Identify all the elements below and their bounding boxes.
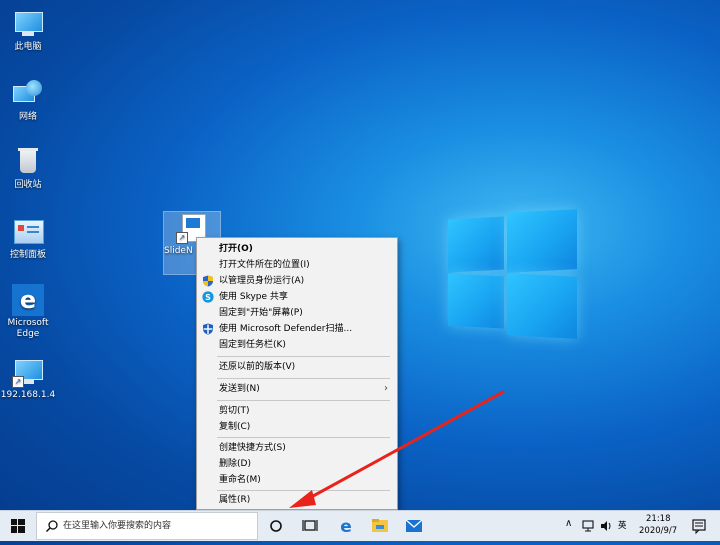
- context-menu: 打开(O) 打开文件所在的位置(I) 以管理员身份运行(A) S 使用 Skyp…: [196, 237, 398, 510]
- menu-item-defender-scan[interactable]: 使用 Microsoft Defender扫描...: [197, 321, 397, 337]
- volume-icon: [601, 521, 611, 531]
- network-computer-icon: ↗: [12, 356, 44, 388]
- menu-item-rename[interactable]: 重命名(M): [197, 472, 397, 488]
- menu-separator: [217, 437, 390, 438]
- menu-item-pin-to-start[interactable]: 固定到"开始"屏幕(P): [197, 305, 397, 321]
- chevron-right-icon: ›: [384, 383, 388, 394]
- svg-text:S: S: [205, 293, 211, 302]
- menu-item-create-shortcut[interactable]: 创建快捷方式(S): [197, 440, 397, 456]
- desktop-icon-label: 回收站: [14, 180, 42, 190]
- windows-start-icon: [11, 519, 25, 533]
- cortana-icon: [270, 520, 282, 532]
- shield-icon: [203, 275, 213, 287]
- menu-item-copy[interactable]: 复制(C): [197, 419, 397, 435]
- taskbar: 在这里输入你要搜索的内容 e ∧ 英 21:18 2020/9/7: [0, 510, 720, 541]
- desktop-icon-label: SlideN Dow: [164, 246, 194, 256]
- desktop-icon-edge[interactable]: e Microsoft Edge: [0, 284, 56, 340]
- desktop-icon-label: 此电脑: [14, 42, 42, 52]
- search-box[interactable]: 在这里输入你要搜索的内容: [36, 512, 258, 540]
- desktop-icon-control-panel[interactable]: 控制面板: [0, 216, 56, 261]
- desktop-icon-recycle-bin[interactable]: 回收站: [0, 146, 56, 191]
- menu-item-share-skype[interactable]: S 使用 Skype 共享: [197, 289, 397, 305]
- task-view-button[interactable]: [296, 511, 324, 541]
- notification-icon: [692, 519, 706, 535]
- search-placeholder: 在这里输入你要搜索的内容: [63, 521, 172, 531]
- desktop-icon-this-pc[interactable]: 此电脑: [0, 8, 56, 53]
- desktop-icon-label: 192.168.1.4: [0, 390, 56, 400]
- mail-icon: [405, 519, 423, 532]
- ime-indicator: 英: [618, 521, 627, 531]
- tray-overflow-button[interactable]: ∧: [563, 511, 577, 541]
- network-icon: [12, 78, 44, 110]
- file-explorer-icon: [372, 519, 388, 532]
- taskbar-file-explorer-button[interactable]: [366, 511, 394, 541]
- edge-icon: e: [340, 517, 352, 537]
- edge-icon: e: [12, 284, 44, 316]
- search-icon: [45, 520, 58, 533]
- menu-item-run-as-admin[interactable]: 以管理员身份运行(A): [197, 273, 397, 289]
- menu-separator: [217, 356, 390, 357]
- desktop-icon-network-shortcut[interactable]: ↗ 192.168.1.4: [0, 356, 56, 401]
- menu-separator: [217, 378, 390, 379]
- menu-separator: [217, 490, 390, 491]
- menu-item-pin-to-taskbar[interactable]: 固定到任务栏(K): [197, 337, 397, 353]
- start-button[interactable]: [0, 511, 36, 541]
- desktop-icon-label: Microsoft Edge: [7, 318, 49, 339]
- menu-item-properties[interactable]: 属性(R): [197, 492, 397, 508]
- defender-icon: [203, 323, 213, 335]
- network-tray-icon: [582, 520, 594, 532]
- recycle-bin-icon: [12, 146, 44, 178]
- taskbar-edge-button[interactable]: e: [332, 511, 360, 541]
- chevron-up-icon: ∧: [565, 518, 573, 529]
- tray-volume-button[interactable]: [598, 511, 614, 541]
- tray-network-button[interactable]: [580, 511, 596, 541]
- svg-text:e: e: [340, 517, 352, 537]
- desktop-icon-label: 控制面板: [9, 250, 46, 260]
- clock[interactable]: 21:18 2020/9/7: [636, 511, 682, 541]
- menu-item-send-to[interactable]: 发送到(N) ›: [197, 381, 397, 397]
- windows-logo-wallpaper: [445, 204, 579, 340]
- clock-date: 2020/9/7: [639, 526, 678, 536]
- tray-ime-button[interactable]: 英: [616, 511, 630, 541]
- menu-item-restore-previous-versions[interactable]: 还原以前的版本(V): [197, 359, 397, 375]
- menu-separator: [217, 400, 390, 401]
- task-view-icon: [302, 520, 318, 531]
- cortana-button[interactable]: [262, 511, 290, 541]
- skype-icon: S: [202, 291, 214, 303]
- menu-item-open-file-location[interactable]: 打开文件所在的位置(I): [197, 257, 397, 273]
- desktop-icon-label: 网络: [18, 112, 37, 122]
- menu-item-cut[interactable]: 剪切(T): [197, 403, 397, 419]
- action-center-button[interactable]: [688, 511, 710, 541]
- clock-time: 21:18: [646, 514, 671, 524]
- taskbar-mail-button[interactable]: [400, 511, 428, 541]
- computer-icon: [12, 8, 44, 40]
- desktop-icon-network[interactable]: 网络: [0, 78, 56, 123]
- menu-item-delete[interactable]: 删除(D): [197, 456, 397, 472]
- control-panel-icon: [12, 216, 44, 248]
- menu-item-open[interactable]: 打开(O): [197, 241, 397, 257]
